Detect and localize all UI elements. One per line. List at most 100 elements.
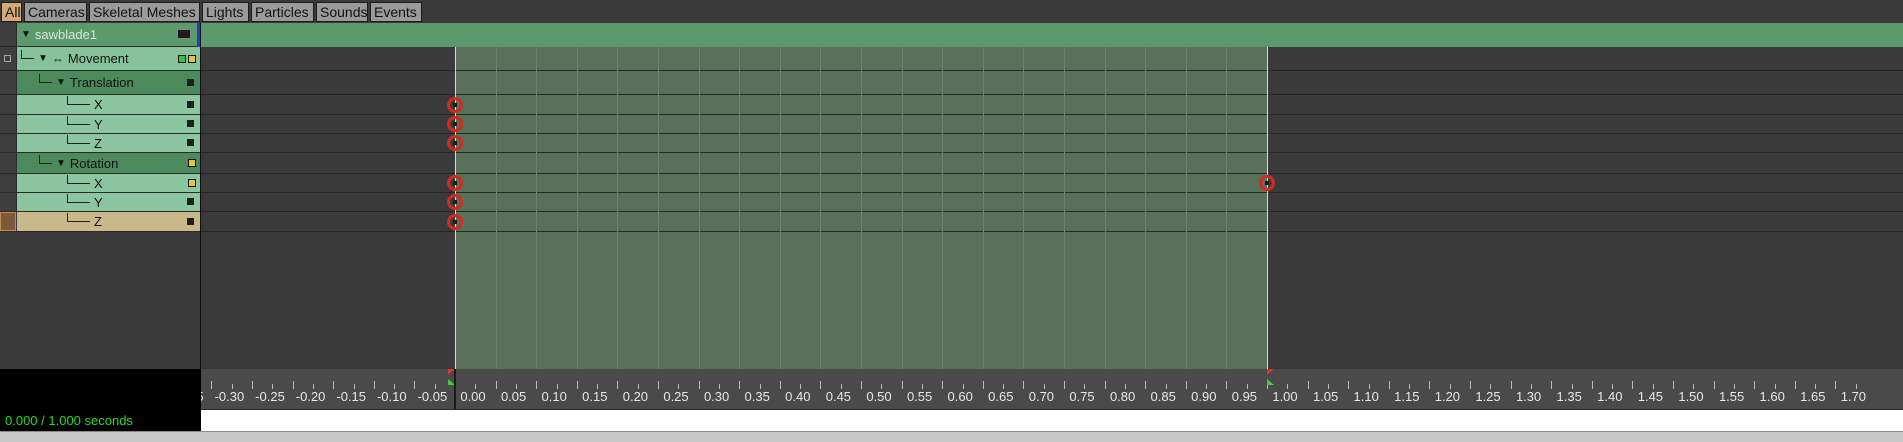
ruler-tick-label: 1.70: [1840, 389, 1867, 404]
key-toggle-icon[interactable]: [187, 78, 194, 86]
ruler-tick: [1307, 381, 1309, 389]
range-end-marker-icon[interactable]: [1267, 369, 1274, 375]
tab-cameras[interactable]: Cameras: [24, 2, 87, 22]
ruler-tick-label: 0.80: [1109, 389, 1136, 404]
axis-label: X: [94, 175, 103, 191]
ruler-tick-label: 0.85: [1150, 389, 1176, 404]
tree-line-icon: [67, 193, 90, 203]
track-row-rotation-x[interactable]: X: [0, 174, 201, 193]
ruler-tick: [698, 381, 700, 389]
timeline-tracks[interactable]: [201, 23, 1903, 369]
ruler-tick-label: 0.20: [622, 389, 649, 404]
tab-bar: All Cameras Skeletal Meshes Lights Parti…: [0, 0, 1903, 23]
loop-end-marker-icon[interactable]: [1267, 379, 1274, 385]
ruler-tick: [942, 381, 944, 389]
axis-label: X: [94, 97, 103, 112]
keyframe-translation-z[interactable]: [447, 135, 463, 151]
collapse-triangle-icon[interactable]: ▼: [38, 53, 48, 64]
ruler-tick: [495, 381, 497, 389]
keyframe-rotation-x[interactable]: [447, 175, 463, 191]
track-row-translation[interactable]: ▼ Translation: [0, 71, 201, 95]
ruler-tick: [292, 381, 294, 389]
ruler-tick-label: 0.35: [744, 389, 770, 404]
time-readout: 0.000 / 1.000 seconds: [5, 413, 133, 428]
timeline-scrollbar[interactable]: [201, 409, 1903, 431]
group-row-sawblade1[interactable]: ▼ sawblade1: [0, 23, 201, 47]
tree-line-icon: [67, 115, 90, 125]
ruler-tick-label: 0.60: [947, 389, 973, 404]
collapse-triangle-icon[interactable]: ▼: [56, 158, 66, 169]
grid-line: [739, 47, 741, 369]
ruler-tick: [982, 381, 984, 389]
keyframe-rotation-x[interactable]: [1259, 175, 1275, 191]
key-toggle-icon[interactable]: [187, 100, 194, 108]
row-gutter: [0, 134, 17, 152]
track-row-movement[interactable]: ▼ ⇔ Movement: [0, 47, 201, 71]
ruler-tick-label: 0.40: [785, 389, 811, 404]
current-time-line[interactable]: [454, 369, 456, 409]
key-yellow-icon[interactable]: [188, 179, 196, 187]
ruler-tick: [1673, 381, 1674, 389]
ruler-tick-label: 0.95: [1231, 389, 1258, 404]
collapse-triangle-icon[interactable]: ▼: [21, 29, 31, 40]
ruler-tick: [1632, 381, 1634, 389]
track-row-rotation[interactable]: ▼ Rotation: [0, 153, 201, 174]
tab-lights[interactable]: Lights: [202, 2, 249, 22]
key-toggle-icon[interactable]: [187, 120, 194, 127]
movement-label: Movement: [67, 51, 129, 66]
ruler-tick-label: 0.05: [500, 389, 527, 404]
track-lane-rotation: [201, 153, 1903, 174]
ruler-tick-label: -0.05: [417, 389, 448, 404]
grid-line: [576, 47, 578, 369]
track-row-rotation-z[interactable]: Z: [0, 212, 201, 232]
row-gutter: [0, 115, 17, 133]
ruler-tick: [1145, 381, 1147, 389]
key-toggle-icon[interactable]: [187, 198, 194, 205]
row-gutter: [0, 95, 17, 114]
grid-line: [820, 47, 822, 369]
track-row-translation-y[interactable]: Y: [0, 115, 201, 134]
key-green-icon[interactable]: [178, 54, 186, 63]
grid-line: [901, 47, 903, 369]
collapse-triangle-icon[interactable]: ▼: [56, 77, 66, 88]
ruler-tick: [1470, 381, 1471, 389]
tab-sounds[interactable]: Sounds: [316, 2, 368, 22]
key-yellow-icon[interactable]: [188, 159, 196, 167]
rotation-label: Rotation: [69, 155, 119, 171]
keyframe-rotation-z[interactable]: [447, 214, 463, 230]
ruler-tick: [1429, 381, 1431, 389]
track-row-rotation-y[interactable]: Y: [0, 193, 201, 212]
ruler-tick-label: -0.10: [376, 389, 407, 404]
tab-particles[interactable]: Particles: [251, 2, 314, 22]
key-toggle-icon[interactable]: [187, 217, 194, 225]
ruler-tick-label: 0.00: [460, 389, 486, 404]
group-track-bar: [201, 23, 1903, 47]
track-lane-movement: [201, 47, 1903, 71]
camera-icon[interactable]: [177, 29, 191, 39]
keyframe-translation-x[interactable]: [447, 97, 463, 113]
status-strip: [0, 431, 1903, 442]
grid-line: [982, 47, 984, 369]
ruler-tick-label: 1.10: [1353, 389, 1379, 404]
key-yellow-icon[interactable]: [188, 54, 196, 63]
checkbox-icon[interactable]: [4, 55, 11, 62]
tree-line-icon: [39, 154, 52, 164]
track-row-translation-z[interactable]: Z: [0, 134, 201, 153]
ruler-tick: [211, 381, 213, 389]
tab-all[interactable]: All: [1, 2, 22, 22]
ruler-tick: [414, 381, 416, 389]
ruler-tick-label: 0.30: [703, 389, 730, 404]
key-toggle-icon[interactable]: [187, 139, 194, 146]
tab-events[interactable]: Events: [370, 2, 422, 22]
tab-skeletal-meshes[interactable]: Skeletal Meshes: [89, 2, 200, 22]
grid-line: [536, 47, 538, 369]
ruler-tick: [617, 381, 619, 389]
keyframe-rotation-y[interactable]: [447, 194, 463, 210]
time-ruler[interactable]: -0.35 -0.30 -0.25 -0.20 -0.15 -0.10 -0.05 0.00 0…: [201, 369, 1903, 409]
keyframe-translation-y[interactable]: [447, 116, 463, 132]
axis-label: Y: [94, 116, 103, 132]
time-readout-panel: 0.000 / 1.000 seconds: [0, 369, 201, 431]
track-row-translation-x[interactable]: X: [0, 95, 201, 115]
track-tree: ▼ sawblade1 ▼ ⇔ Movement ▼ Translation X…: [0, 23, 201, 369]
ruler-tick: [1388, 381, 1390, 389]
